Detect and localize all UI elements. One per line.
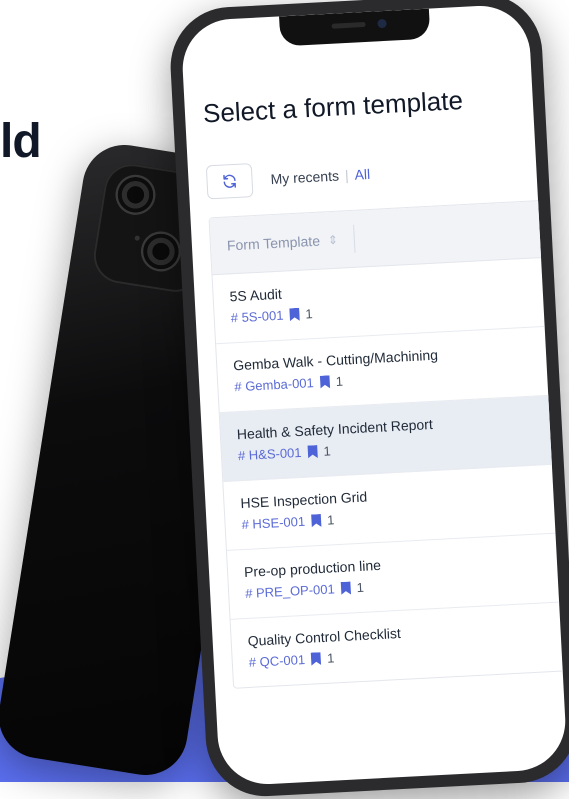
list-item-code: # PRE_OP-001	[244, 581, 336, 602]
phone-screen: Select a form template My recents | All	[180, 3, 568, 787]
template-list: Form Template ⇕ 5S Audit # 5S-001 1 Gemba W…	[208, 199, 568, 689]
tab-all[interactable]: All	[354, 166, 370, 183]
page-title: Select a form template	[202, 84, 464, 129]
list-item-code: # Gemba-001	[233, 375, 315, 395]
speaker-icon	[331, 21, 366, 29]
filter-row: My recents | All	[205, 148, 537, 200]
refresh-icon	[223, 174, 236, 188]
sort-icon[interactable]: ⇕	[328, 233, 339, 248]
camera-lens-icon	[138, 228, 184, 275]
front-camera-icon	[377, 18, 387, 29]
bookmark-icon	[311, 652, 322, 666]
hero-heading-fragment: ld	[0, 115, 42, 168]
list-item-count: 1	[305, 306, 314, 322]
list-item-count: 1	[326, 650, 335, 666]
list-item-code: # HSE-001	[241, 513, 306, 533]
tab-my-recents[interactable]: My recents	[270, 168, 339, 188]
column-header-label: Form Template	[226, 232, 321, 254]
template-picker: Select a form template My recents | All	[202, 81, 568, 689]
filter-tabs: My recents | All	[270, 166, 370, 187]
bookmark-icon	[311, 514, 322, 528]
column-divider	[353, 224, 356, 253]
list-item-count: 1	[356, 579, 365, 596]
bookmark-icon	[319, 375, 330, 389]
list-item-code: # H&S-001	[237, 444, 302, 464]
list-item-count: 1	[335, 373, 344, 389]
list-item-count: 1	[326, 512, 335, 528]
microphone-dot	[134, 235, 141, 241]
bookmark-icon	[289, 308, 300, 322]
bookmark-icon	[340, 581, 351, 595]
list-item-code: # 5S-001	[230, 307, 284, 326]
tab-separator: |	[344, 167, 349, 184]
front-phone: Select a form template My recents | All	[167, 0, 569, 799]
camera-lens-icon	[112, 171, 159, 218]
list-item-count: 1	[323, 443, 332, 459]
refresh-button[interactable]	[205, 163, 254, 200]
notch	[279, 8, 431, 47]
bookmark-icon	[307, 445, 318, 459]
list-item-code: # QC-001	[248, 651, 306, 670]
